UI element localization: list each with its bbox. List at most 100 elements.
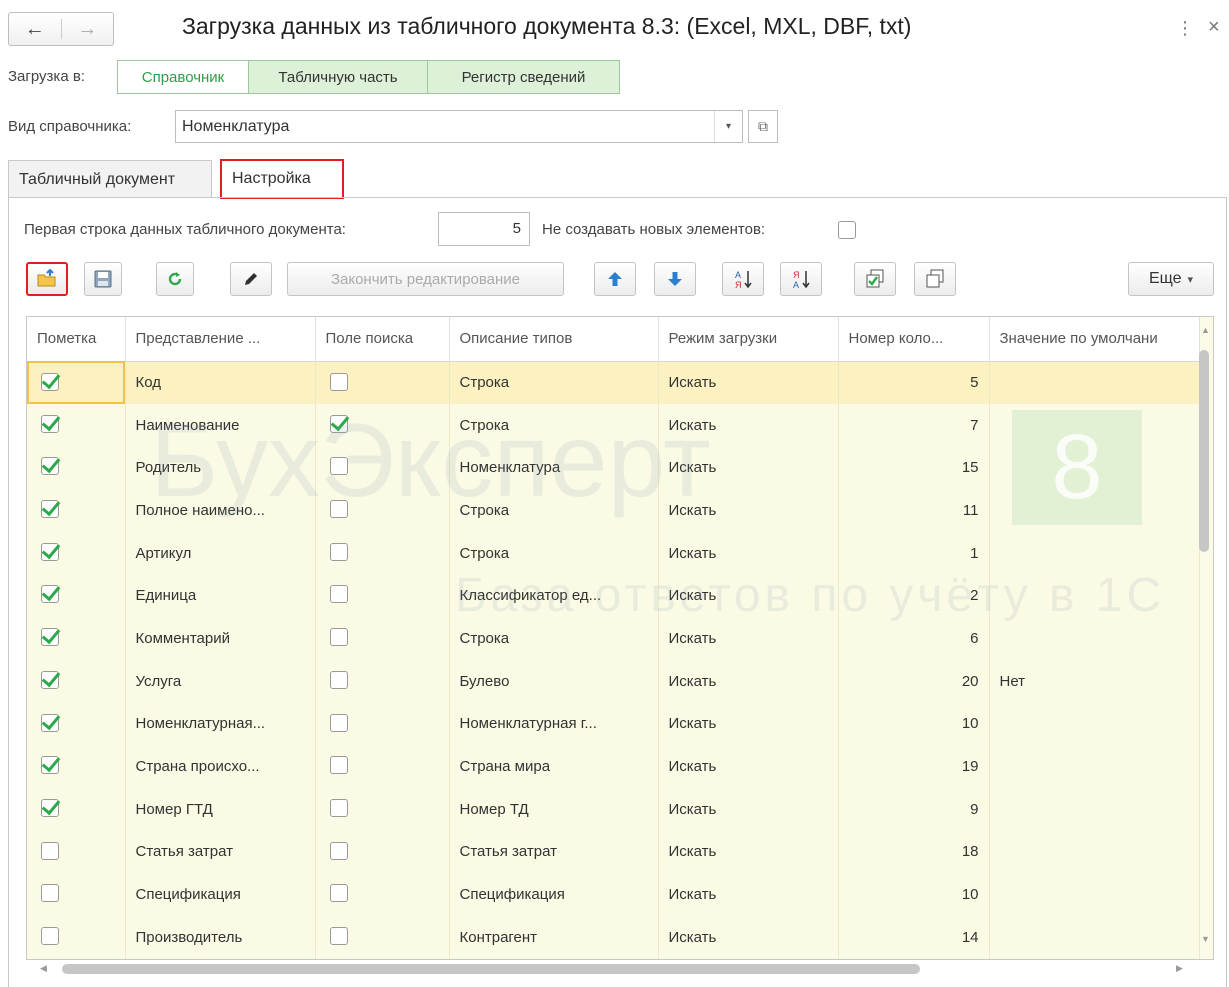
table-row[interactable]: Спецификация Спецификация Искать 10 (27, 873, 1200, 916)
default-value-cell[interactable] (989, 446, 1200, 490)
mark-cell[interactable] (27, 873, 126, 916)
forward-icon[interactable]: → (62, 13, 114, 45)
column-header-type-description[interactable]: Описание типов (449, 317, 659, 362)
presentation-cell[interactable]: Номенклатурная... (125, 702, 316, 746)
scroll-left-icon[interactable]: ◀ (40, 963, 47, 974)
default-value-cell[interactable] (989, 361, 1200, 404)
mark-cell[interactable] (27, 787, 126, 831)
table-row[interactable]: Единица Классификатор ед... Искать 2 (27, 574, 1200, 618)
column-number-cell[interactable]: 10 (838, 873, 990, 916)
load-mode-cell[interactable]: Искать (658, 617, 839, 660)
vertical-scrollbar-thumb[interactable] (1199, 350, 1209, 552)
search-field-cell[interactable] (315, 617, 450, 660)
search-field-cell[interactable] (315, 873, 450, 916)
search-field-cell[interactable] (315, 830, 450, 874)
table-row[interactable]: Статья затрат Статья затрат Искать 18 (27, 830, 1200, 874)
default-value-cell[interactable]: Нет (989, 659, 1200, 703)
load-settings-button[interactable] (26, 262, 68, 296)
presentation-cell[interactable]: Комментарий (125, 617, 316, 660)
load-mode-cell[interactable]: Искать (658, 361, 839, 404)
search-field-cell[interactable] (315, 403, 450, 447)
type-description-cell[interactable]: Классификатор ед... (449, 574, 659, 618)
presentation-cell[interactable]: Родитель (125, 446, 316, 490)
default-value-cell[interactable] (989, 830, 1200, 874)
type-description-cell[interactable]: Контрагент (449, 915, 659, 959)
edit-button[interactable] (230, 262, 272, 296)
type-description-cell[interactable]: Номенклатура (449, 446, 659, 490)
presentation-cell[interactable]: Номер ГТД (125, 787, 316, 831)
scroll-right-icon[interactable]: ▶ (1176, 963, 1183, 974)
mark-cell[interactable] (27, 617, 126, 660)
presentation-cell[interactable]: Код (125, 361, 316, 404)
default-value-cell[interactable] (989, 617, 1200, 660)
mark-checkbox[interactable] (41, 457, 59, 476)
search-field-checkbox[interactable] (329, 926, 348, 945)
move-down-button[interactable] (654, 262, 696, 296)
presentation-cell[interactable]: Страна происхо... (125, 745, 316, 788)
mark-checkbox[interactable] (41, 670, 59, 689)
search-field-checkbox[interactable] (329, 500, 348, 519)
column-number-cell[interactable]: 7 (838, 403, 990, 447)
presentation-cell[interactable]: Наименование (125, 403, 316, 447)
load-mode-cell[interactable]: Искать (658, 531, 839, 575)
mark-cell[interactable] (27, 531, 126, 575)
presentation-cell[interactable]: Услуга (125, 659, 316, 703)
mark-checkbox[interactable] (41, 798, 59, 817)
default-value-cell[interactable] (989, 787, 1200, 831)
refresh-button[interactable] (156, 262, 194, 296)
mark-checkbox[interactable] (41, 628, 59, 647)
search-field-cell[interactable] (315, 361, 450, 404)
search-field-cell[interactable] (315, 915, 450, 959)
column-header-default-value[interactable]: Значение по умолчани (989, 317, 1200, 362)
search-field-cell[interactable] (315, 489, 450, 532)
column-number-cell[interactable]: 14 (838, 915, 990, 959)
mark-cell[interactable] (27, 745, 126, 788)
column-number-cell[interactable]: 2 (838, 574, 990, 618)
search-field-cell[interactable] (315, 745, 450, 788)
mark-cell[interactable] (27, 830, 126, 874)
tab-spreadsheet[interactable]: Табличный документ (8, 160, 212, 198)
load-mode-cell[interactable]: Искать (658, 915, 839, 959)
presentation-cell[interactable]: Производитель (125, 915, 316, 959)
no-new-elements-checkbox[interactable] (838, 221, 856, 239)
mark-cell[interactable] (27, 361, 126, 404)
mark-checkbox[interactable] (41, 542, 59, 561)
finish-editing-button[interactable]: Закончить редактирование (287, 262, 564, 296)
type-description-cell[interactable]: Номенклатурная г... (449, 702, 659, 746)
table-row[interactable]: Полное наимено... Строка Искать 11 (27, 489, 1200, 532)
type-description-cell[interactable]: Строка (449, 617, 659, 660)
load-into-tabular-part[interactable]: Табличную часть (248, 60, 428, 94)
horizontal-scrollbar-thumb[interactable] (62, 964, 920, 974)
presentation-cell[interactable]: Единица (125, 574, 316, 618)
mark-checkbox[interactable] (41, 585, 59, 604)
default-value-cell[interactable] (989, 489, 1200, 532)
column-number-cell[interactable]: 20 (838, 659, 990, 703)
table-row[interactable]: Комментарий Строка Искать 6 (27, 617, 1200, 660)
search-field-cell[interactable] (315, 446, 450, 490)
default-value-cell[interactable] (989, 574, 1200, 618)
load-mode-cell[interactable]: Искать (658, 787, 839, 831)
uncheck-all-button[interactable] (914, 262, 956, 296)
load-mode-cell[interactable]: Искать (658, 574, 839, 618)
check-all-button[interactable] (854, 262, 896, 296)
search-field-cell[interactable] (315, 702, 450, 746)
column-number-cell[interactable]: 10 (838, 702, 990, 746)
default-value-cell[interactable] (989, 915, 1200, 959)
mark-cell[interactable] (27, 446, 126, 490)
load-mode-cell[interactable]: Искать (658, 830, 839, 874)
mark-cell[interactable] (27, 574, 126, 618)
column-number-cell[interactable]: 15 (838, 446, 990, 490)
mark-cell[interactable] (27, 403, 126, 447)
close-icon[interactable]: × (1208, 16, 1220, 39)
search-field-checkbox[interactable] (329, 414, 348, 433)
load-mode-cell[interactable]: Искать (658, 446, 839, 490)
search-field-cell[interactable] (315, 531, 450, 575)
load-mode-cell[interactable]: Искать (658, 403, 839, 447)
default-value-cell[interactable] (989, 873, 1200, 916)
column-number-cell[interactable]: 9 (838, 787, 990, 831)
more-button[interactable]: Еще ▾ (1128, 262, 1214, 296)
mark-checkbox[interactable] (41, 884, 59, 903)
load-into-info-register[interactable]: Регистр сведений (427, 60, 620, 94)
table-row[interactable]: Наименование Строка Искать 7 (27, 403, 1200, 447)
column-header-presentation[interactable]: Представление ... (125, 317, 316, 362)
